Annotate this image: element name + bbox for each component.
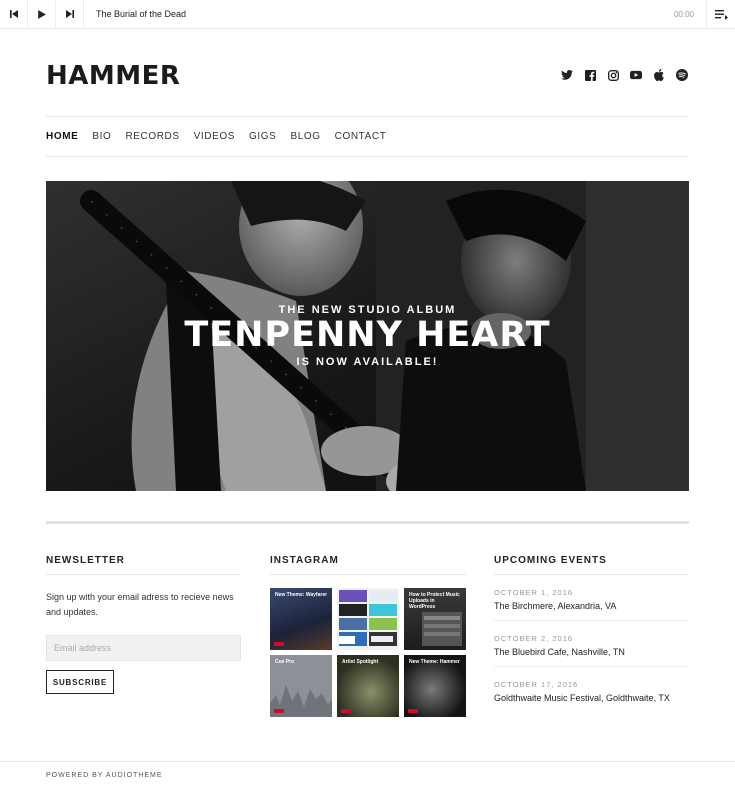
instagram-tile[interactable]: Cue Pro: [270, 655, 332, 717]
main-navigation: HOME BIO RECORDS VIDEOS GIGS BLOG CONTAC…: [46, 116, 689, 157]
hero-title: TENPENNY HEART: [184, 315, 551, 355]
event-venue[interactable]: Goldthwaite Music Festival, Goldthwaite,…: [494, 693, 689, 703]
previous-icon: [9, 10, 18, 18]
nav-item-home[interactable]: HOME: [46, 131, 78, 142]
event-date: OCTOBER 17, 2016: [494, 680, 579, 689]
section-divider: [46, 521, 689, 524]
audiotheme-logo: [408, 709, 418, 713]
twitter-icon[interactable]: [561, 69, 573, 81]
facebook-icon[interactable]: [584, 69, 596, 81]
instagram-tile[interactable]: New Theme: Hammer: [404, 655, 466, 717]
nav-item-contact[interactable]: CONTACT: [335, 131, 387, 142]
event-venue[interactable]: The Bluebird Cafe, Nashville, TN: [494, 647, 689, 657]
hero-text: THE NEW STUDIO ALBUM TENPENNY HEART IS N…: [46, 181, 689, 491]
previous-track-button[interactable]: [0, 0, 28, 29]
nav-item-gigs[interactable]: GIGS: [249, 131, 276, 142]
event-venue[interactable]: The Birchmere, Alexandria, VA: [494, 601, 689, 611]
waveform-graphic: [270, 685, 332, 717]
audiotheme-logo: [274, 642, 284, 646]
event-item[interactable]: OCTOBER 17, 2016 Goldthwaite Music Festi…: [494, 667, 689, 712]
event-date: OCTOBER 1, 2016: [494, 588, 574, 597]
upcoming-events-widget: UPCOMING EVENTS OCTOBER 1, 2016 The Birc…: [494, 555, 689, 712]
event-item[interactable]: OCTOBER 1, 2016 The Birchmere, Alexandri…: [494, 575, 689, 621]
hero-banner[interactable]: THE NEW STUDIO ALBUM TENPENNY HEART IS N…: [46, 181, 689, 491]
track-title: The Burial of the Dead: [96, 9, 187, 19]
newsletter-heading: NEWSLETTER: [46, 555, 241, 575]
apple-icon[interactable]: [653, 69, 665, 81]
screenshot-thumbnail: [422, 612, 462, 646]
nav-item-blog[interactable]: BLOG: [290, 131, 320, 142]
logo-collage: [339, 590, 397, 646]
powered-by-credit[interactable]: POWERED BY AUDIOTHEME: [46, 772, 163, 779]
site-logo[interactable]: HAMMER: [46, 61, 180, 91]
audio-player-bar: The Burial of the Dead 00:00: [0, 0, 735, 29]
newsletter-description: Sign up with your email adress to reciev…: [46, 592, 234, 617]
play-icon: [38, 9, 46, 19]
event-item[interactable]: OCTOBER 2, 2016 The Bluebird Cafe, Nashv…: [494, 621, 689, 667]
audiotheme-logo: [274, 709, 284, 713]
instagram-icon[interactable]: [607, 69, 619, 81]
instagram-tile[interactable]: [337, 588, 399, 650]
next-icon: [65, 10, 74, 18]
instagram-heading: INSTAGRAM: [270, 555, 466, 575]
events-heading: UPCOMING EVENTS: [494, 555, 689, 575]
instagram-widget: INSTAGRAM New Theme: Wayfarer How to Pro…: [270, 555, 466, 717]
subscribe-button[interactable]: SUBSCRIBE: [46, 670, 114, 694]
hero-tagline: IS NOW AVAILABLE!: [296, 356, 439, 368]
instagram-tile[interactable]: Artist Spotlight: [337, 655, 399, 717]
instagram-tile[interactable]: New Theme: Wayfarer: [270, 588, 332, 650]
audiotheme-logo: [341, 709, 351, 713]
track-time: 00:00: [673, 9, 694, 19]
nav-item-videos[interactable]: VIDEOS: [194, 131, 235, 142]
instagram-grid: New Theme: Wayfarer How to Protect Music…: [270, 588, 466, 717]
playlist-icon: [714, 9, 728, 20]
nav-item-records[interactable]: RECORDS: [125, 131, 179, 142]
newsletter-widget: NEWSLETTER Sign up with your email adres…: [46, 555, 241, 694]
play-button[interactable]: [28, 0, 56, 29]
next-track-button[interactable]: [56, 0, 84, 29]
site-footer: POWERED BY AUDIOTHEME: [0, 761, 735, 791]
event-date: OCTOBER 2, 2016: [494, 634, 574, 643]
social-links: [561, 69, 688, 81]
spotify-icon[interactable]: [676, 69, 688, 81]
youtube-icon[interactable]: [630, 69, 642, 81]
nav-item-bio[interactable]: BIO: [92, 131, 111, 142]
playlist-button[interactable]: [706, 0, 735, 29]
email-field[interactable]: [46, 635, 241, 661]
instagram-tile[interactable]: How to Protect Music Uploads in WordPres…: [404, 588, 466, 650]
